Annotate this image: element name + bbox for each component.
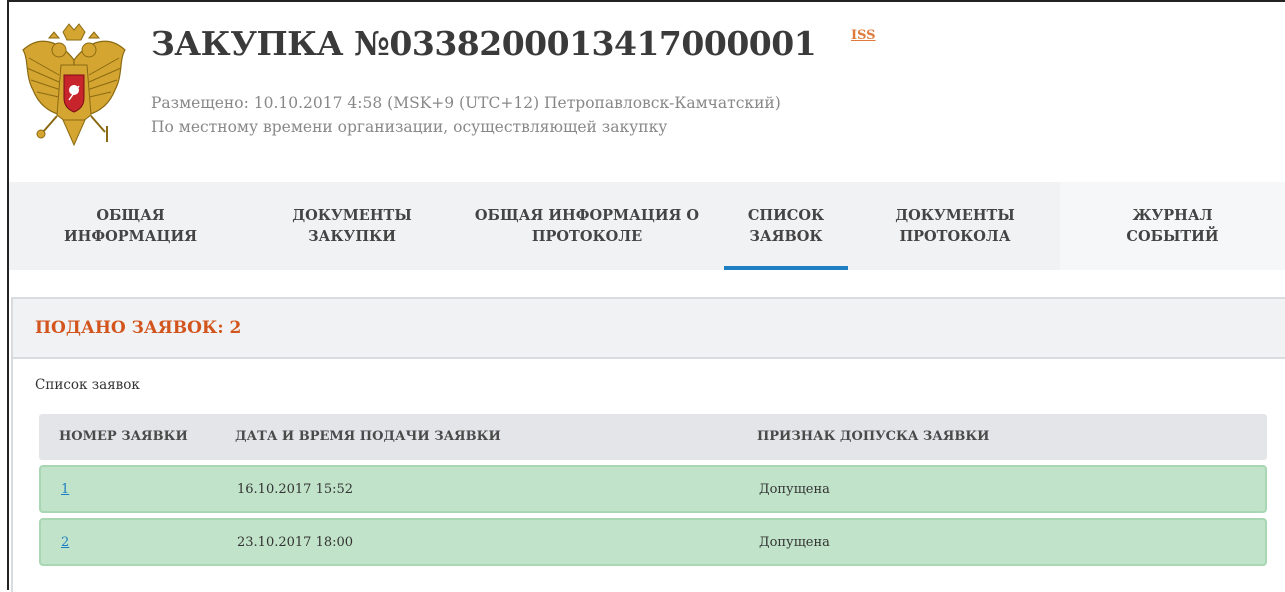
applications-table: НОМЕР ЗАЯВКИ ДАТА И ВРЕМЯ ПОДАЧИ ЗАЯВКИ … — [39, 414, 1267, 566]
page-frame: ЗАКУПКА №0338200013417000001 ISS Размеще… — [7, 0, 1285, 592]
application-status: Допущена — [759, 482, 830, 497]
column-header-datetime: ДАТА И ВРЕМЯ ПОДАЧИ ЗАЯВКИ — [235, 429, 501, 444]
russian-coat-of-arms-icon — [22, 23, 126, 147]
list-caption: Список заявок — [35, 377, 140, 393]
application-datetime: 16.10.2017 15:52 — [237, 482, 354, 497]
applications-count-title: ПОДАНО ЗАЯВОК: 2 — [35, 318, 242, 338]
iss-link[interactable]: ISS — [851, 28, 876, 43]
timezone-note: По местному времени организации, осущест… — [151, 118, 668, 136]
applications-panel: ПОДАНО ЗАЯВОК: 2 Список заявок НОМЕР ЗАЯ… — [11, 297, 1285, 592]
tab-label: ДОКУМЕНТЫ ПРОТОКОЛА — [895, 207, 1015, 245]
application-number-cell: 2 — [61, 535, 69, 550]
application-number-link[interactable]: 1 — [61, 482, 69, 497]
tab-label: ОБЩАЯ ИНФОРМАЦИЯ О ПРОТОКОЛЕ — [474, 207, 700, 245]
tab-applications-list[interactable]: СПИСОК ЗАЯВОК — [722, 182, 850, 270]
column-header-status: ПРИЗНАК ДОПУСКА ЗАЯВКИ — [757, 429, 990, 444]
tab-label: ЖУРНАЛ СОБЫТИЙ — [1126, 207, 1219, 245]
tab-general-info[interactable]: ОБЩАЯ ИНФОРМАЦИЯ — [9, 182, 252, 270]
tab-protocol-documents[interactable]: ДОКУМЕНТЫ ПРОТОКОЛА — [850, 182, 1060, 270]
tab-purchase-documents[interactable]: ДОКУМЕНТЫ ЗАКУПКИ — [252, 182, 452, 270]
application-datetime: 23.10.2017 18:00 — [237, 535, 354, 550]
tab-label: СПИСОК ЗАЯВОК — [747, 207, 825, 245]
purchase-header: ЗАКУПКА №0338200013417000001 ISS Размеще… — [9, 2, 1285, 182]
application-number-link[interactable]: 2 — [61, 535, 69, 550]
tab-event-log[interactable]: ЖУРНАЛ СОБЫТИЙ — [1060, 182, 1285, 270]
posted-info: Размещено: 10.10.2017 4:58 (MSK+9 (UTC+1… — [151, 91, 781, 139]
tab-label: ОБЩАЯ ИНФОРМАЦИЯ — [63, 207, 198, 245]
panel-header: ПОДАНО ЗАЯВОК: 2 — [13, 299, 1285, 359]
tab-label: ДОКУМЕНТЫ ЗАКУПКИ — [292, 207, 412, 245]
table-row: 1 16.10.2017 15:52 Допущена — [39, 465, 1267, 513]
column-header-number: НОМЕР ЗАЯВКИ — [59, 429, 188, 444]
posted-date-line: Размещено: 10.10.2017 4:58 (MSK+9 (UTC+1… — [151, 94, 781, 112]
application-status: Допущена — [759, 535, 830, 550]
tab-protocol-general-info[interactable]: ОБЩАЯ ИНФОРМАЦИЯ О ПРОТОКОЛЕ — [452, 182, 722, 270]
tab-bar: ОБЩАЯ ИНФОРМАЦИЯ ДОКУМЕНТЫ ЗАКУПКИ ОБЩАЯ… — [9, 182, 1285, 270]
page-title: ЗАКУПКА №0338200013417000001 — [151, 24, 817, 63]
table-row: 2 23.10.2017 18:00 Допущена — [39, 518, 1267, 566]
table-header: НОМЕР ЗАЯВКИ ДАТА И ВРЕМЯ ПОДАЧИ ЗАЯВКИ … — [39, 414, 1267, 460]
application-number-cell: 1 — [61, 482, 69, 497]
